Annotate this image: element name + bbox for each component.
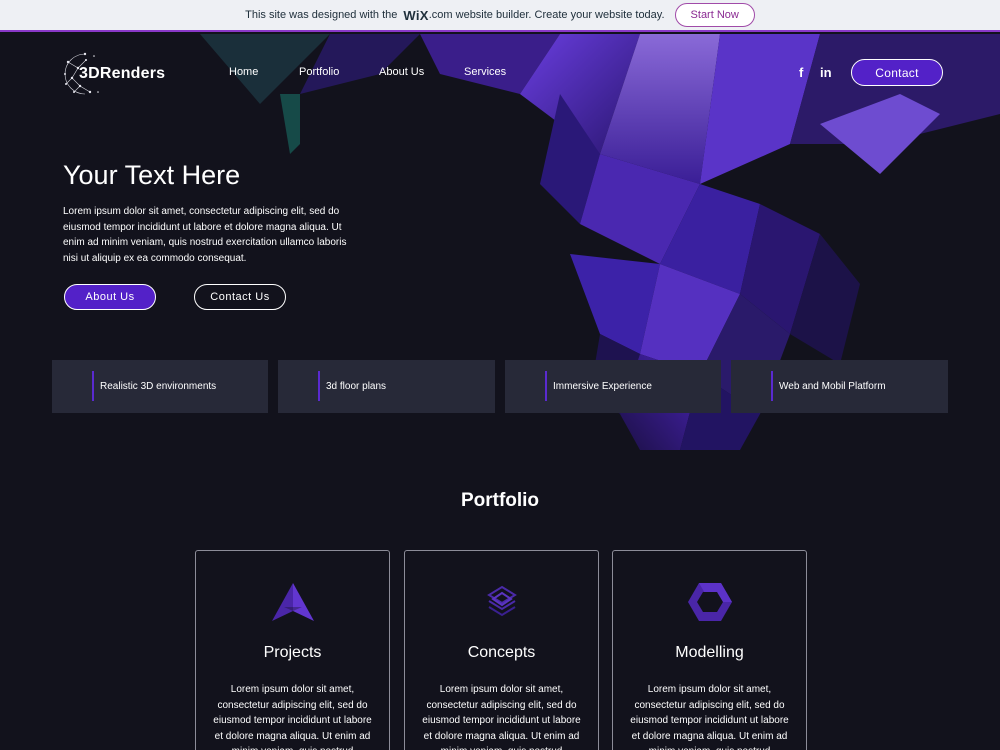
- feature-label: Web and Mobil Platform: [779, 381, 886, 392]
- banner-suffix: .com website builder. Create your websit…: [428, 9, 665, 21]
- linkedin-icon[interactable]: in: [820, 65, 832, 80]
- card-title: Projects: [263, 644, 322, 661]
- portfolio-title: Portfolio: [460, 490, 540, 511]
- card-title: Concepts: [467, 644, 536, 661]
- feature-item: Immersive Experience: [505, 360, 721, 413]
- card-text: Lorem ipsum dolor sit amet, consectetur …: [422, 684, 581, 750]
- triangle-logo-icon: [196, 581, 389, 623]
- feature-accent-bar: [771, 371, 773, 401]
- feature-accent-bar: [545, 371, 547, 401]
- contact-us-button[interactable]: Contact Us: [194, 284, 286, 310]
- nav-services[interactable]: Services: [464, 66, 506, 78]
- about-us-button[interactable]: About Us: [64, 284, 156, 310]
- hero-title: Your Text Here: [63, 160, 241, 190]
- contact-button[interactable]: Contact: [851, 59, 943, 86]
- nav-portfolio[interactable]: Portfolio: [299, 66, 339, 78]
- hexagon-icon: [613, 581, 806, 623]
- logo[interactable]: 3DRenders: [60, 48, 170, 100]
- feature-label: Realistic 3D environments: [100, 381, 217, 392]
- card-text: Lorem ipsum dolor sit amet, consectetur …: [630, 684, 789, 750]
- feature-label: 3d floor plans: [326, 381, 387, 392]
- nav-home[interactable]: Home: [229, 66, 258, 78]
- facebook-icon[interactable]: f: [799, 65, 803, 80]
- layers-icon: [405, 581, 598, 621]
- feature-item: Realistic 3D environments: [52, 360, 268, 413]
- card-text: Lorem ipsum dolor sit amet, consectetur …: [213, 684, 372, 750]
- portfolio-card-projects[interactable]: Projects Lorem ipsum dolor sit amet, con…: [195, 550, 390, 750]
- feature-label: Immersive Experience: [553, 381, 652, 392]
- portfolio-card-concepts[interactable]: Concepts Lorem ipsum dolor sit amet, con…: [404, 550, 599, 750]
- wix-banner: This site was designed with the WiX .com…: [0, 0, 1000, 32]
- hero-body: Lorem ipsum dolor sit amet, consectetur …: [63, 206, 347, 264]
- start-now-button[interactable]: Start Now: [674, 3, 755, 27]
- feature-item: Web and Mobil Platform: [731, 360, 948, 413]
- logo-text: 3DRenders: [79, 65, 166, 82]
- feature-accent-bar: [318, 371, 320, 401]
- nav-about-us[interactable]: About Us: [379, 66, 424, 78]
- banner-prefix: This site was designed with the: [245, 9, 398, 21]
- wix-logo: WiX: [403, 7, 429, 23]
- feature-item: 3d floor plans: [278, 360, 495, 413]
- portfolio-card-modelling[interactable]: Modelling Lorem ipsum dolor sit amet, co…: [612, 550, 807, 750]
- card-title: Modelling: [675, 644, 744, 661]
- feature-accent-bar: [92, 371, 94, 401]
